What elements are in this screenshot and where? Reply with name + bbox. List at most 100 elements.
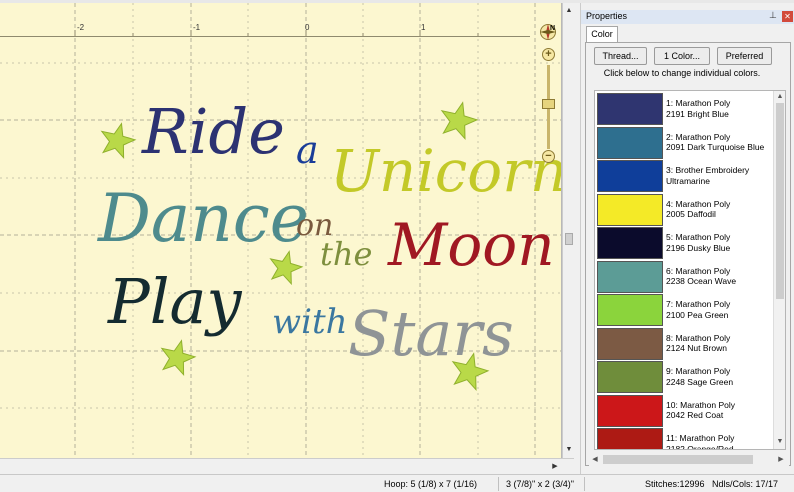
color-list-scroll-thumb[interactable]: [776, 103, 784, 299]
scroll-left-icon[interactable]: ◀: [589, 453, 601, 466]
design-word: the: [320, 235, 383, 273]
thread-name-text: 2100 Pea Green: [666, 309, 729, 320]
color-list-item[interactable]: 6: Marathon Poly 2238 Ocean Wave: [595, 260, 773, 294]
thread-number-text: 11: Marathon Poly: [666, 433, 735, 443]
zoom-out-icon[interactable]: −: [542, 150, 555, 163]
color-swatch[interactable]: [597, 260, 663, 293]
color-label: 10: Marathon Poly 2042 Red Coat: [666, 400, 735, 421]
scroll-down-icon[interactable]: ▼: [564, 444, 574, 456]
color-label: 1: Marathon Poly 2191 Bright Blue: [666, 98, 730, 119]
thread-name-text: 2042 Red Coat: [666, 410, 724, 420]
color-list-scrollbar[interactable]: ▲ ▼: [773, 91, 785, 449]
zoom-in-icon[interactable]: +: [542, 48, 555, 61]
thread-name-text: 2005 Daffodil: [666, 209, 716, 219]
color-swatch[interactable]: [597, 160, 663, 192]
design-word: Play: [107, 265, 261, 338]
color-list-item[interactable]: 8: Marathon Poly 2124 Nut Brown: [595, 327, 773, 361]
color-swatch[interactable]: [597, 294, 663, 326]
color-list-item[interactable]: 5: Marathon Poly 2196 Dusky Blue: [595, 227, 773, 260]
thread-name-text: 2091 Dark Turquoise Blue: [666, 142, 765, 152]
thread-number-text: 2: Marathon Poly: [666, 131, 731, 142]
design-canvas[interactable]: -2 -1 0 1 Ride a Unicorn Dance on the Mo…: [0, 3, 562, 458]
color-swatch[interactable]: [597, 126, 663, 159]
color-list-item[interactable]: 11: Marathon Poly 2182 Orange/Red: [595, 428, 773, 450]
thread-number-text: 1: Marathon Poly: [666, 98, 731, 108]
zoom-slider-thumb[interactable]: [542, 99, 555, 109]
scroll-right-icon[interactable]: ▶: [775, 453, 787, 466]
color-hint-text: Click below to change individual colors.: [603, 68, 761, 78]
design-word: Stars: [348, 297, 514, 370]
color-list-item[interactable]: 4: Marathon Poly 2005 Daffodil: [595, 193, 773, 227]
scroll-down-icon[interactable]: ▼: [775, 437, 785, 447]
thread-number-text: 3: Brother Embroidery: [666, 165, 750, 175]
properties-panel: Properties ⊥ ✕ Color Thread... 1 Color..…: [580, 3, 794, 474]
color-label: 2: Marathon Poly 2091 Dark Turquoise Blue: [666, 132, 764, 153]
design-word: with: [272, 302, 358, 342]
color-swatch[interactable]: [597, 428, 663, 449]
color-swatch[interactable]: [597, 361, 663, 393]
color-label: 6: Marathon Poly 2238 Ocean Wave: [666, 266, 736, 287]
color-label: 7: Marathon Poly 2100 Pea Green: [666, 299, 730, 320]
preferred-button[interactable]: Preferred: [717, 47, 772, 65]
color-label: 4: Marathon Poly 2005 Daffodil: [666, 199, 730, 220]
color-swatch[interactable]: [597, 193, 663, 226]
design-word: Ride: [141, 95, 305, 168]
star-icon: [100, 122, 137, 160]
thread-name-text: 2182 Orange/Red: [666, 443, 734, 450]
color-swatch[interactable]: [597, 227, 663, 259]
color-swatch[interactable]: [597, 93, 663, 125]
color-list-item[interactable]: 10: Marathon Poly 2042 Red Coat: [595, 394, 773, 428]
hoop-size-text: Hoop: 5 (1/8) x 7 (1/16): [384, 479, 478, 489]
color-label: 5: Marathon Poly 2196 Dusky Blue: [666, 232, 730, 253]
thread-number-text: 4: Marathon Poly: [666, 198, 731, 209]
close-icon[interactable]: ✕: [782, 11, 793, 22]
needles-colors-text: Ndls/Cols: 17/17: [712, 479, 779, 489]
properties-horizontal-scrollbar[interactable]: ◀ ▶: [589, 453, 789, 466]
color-swatch[interactable]: [597, 327, 663, 360]
star-icon: [160, 339, 197, 377]
design-word: Moon: [387, 211, 555, 279]
pin-icon[interactable]: ⊥: [769, 10, 777, 21]
color-list-item[interactable]: 7: Marathon Poly 2100 Pea Green: [595, 294, 773, 327]
design-word: Dance: [97, 180, 330, 257]
thread-number-text: 6: Marathon Poly: [666, 265, 731, 276]
star-icon: [440, 101, 479, 141]
scroll-right-icon[interactable]: ▶: [549, 461, 561, 473]
tab-color[interactable]: Color: [586, 26, 618, 43]
stitch-count-text: Stitches:12996: [645, 479, 705, 489]
one-color-button[interactable]: 1 Color...: [654, 47, 710, 65]
thread-button[interactable]: Thread...: [594, 47, 647, 65]
thread-number-text: 8: Marathon Poly: [666, 332, 731, 343]
color-label: 8: Marathon Poly 2124 Nut Brown: [666, 333, 730, 354]
thread-name-text: 2191 Bright Blue: [666, 108, 729, 119]
scroll-up-icon[interactable]: ▲: [775, 92, 785, 102]
thread-number-text: 9: Marathon Poly: [666, 366, 731, 376]
thread-name-text: 2248 Sage Green: [666, 376, 734, 387]
design-word: Unicorn: [330, 137, 562, 205]
horizontal-scroll-thumb[interactable]: [603, 455, 753, 464]
color-label: 9: Marathon Poly 2248 Sage Green: [666, 366, 733, 387]
zoom-control[interactable]: N + −: [537, 21, 559, 171]
canvas-horizontal-scrollbar[interactable]: ▶: [0, 458, 574, 474]
color-list-item[interactable]: 1: Marathon Poly 2191 Bright Blue: [595, 93, 773, 126]
thread-name-text: 2196 Dusky Blue: [666, 242, 731, 253]
compass-icon[interactable]: N: [539, 23, 557, 41]
color-list-item[interactable]: 2: Marathon Poly 2091 Dark Turquoise Blue: [595, 126, 773, 160]
thread-number-text: 5: Marathon Poly: [666, 232, 731, 242]
thread-color-list[interactable]: 1: Marathon Poly 2191 Bright Blue 2: Marat…: [594, 90, 786, 450]
canvas-vertical-scrollbar[interactable]: ▲ ▼: [562, 3, 574, 458]
thread-name-text: 2238 Ocean Wave: [666, 276, 737, 286]
scroll-up-icon[interactable]: ▲: [564, 5, 574, 17]
design-word: a: [296, 128, 331, 172]
thread-name-text: 2124 Nut Brown: [666, 343, 727, 353]
embroidery-design[interactable]: Ride a Unicorn Dance on the Moon Play wi…: [0, 3, 562, 458]
color-list-item[interactable]: 3: Brother Embroidery Ultramarine: [595, 160, 773, 193]
color-label: 3: Brother Embroidery Ultramarine: [666, 165, 749, 186]
design-size-text: 3 (7/8)" x 2 (3/4)": [506, 479, 574, 489]
vertical-scroll-thumb[interactable]: [565, 233, 573, 245]
color-swatch[interactable]: [597, 394, 663, 427]
panel-title: Properties: [586, 11, 628, 21]
thread-number-text: 7: Marathon Poly: [666, 299, 731, 309]
thread-name-text: Ultramarine: [666, 175, 710, 186]
color-list-item[interactable]: 9: Marathon Poly 2248 Sage Green: [595, 361, 773, 394]
